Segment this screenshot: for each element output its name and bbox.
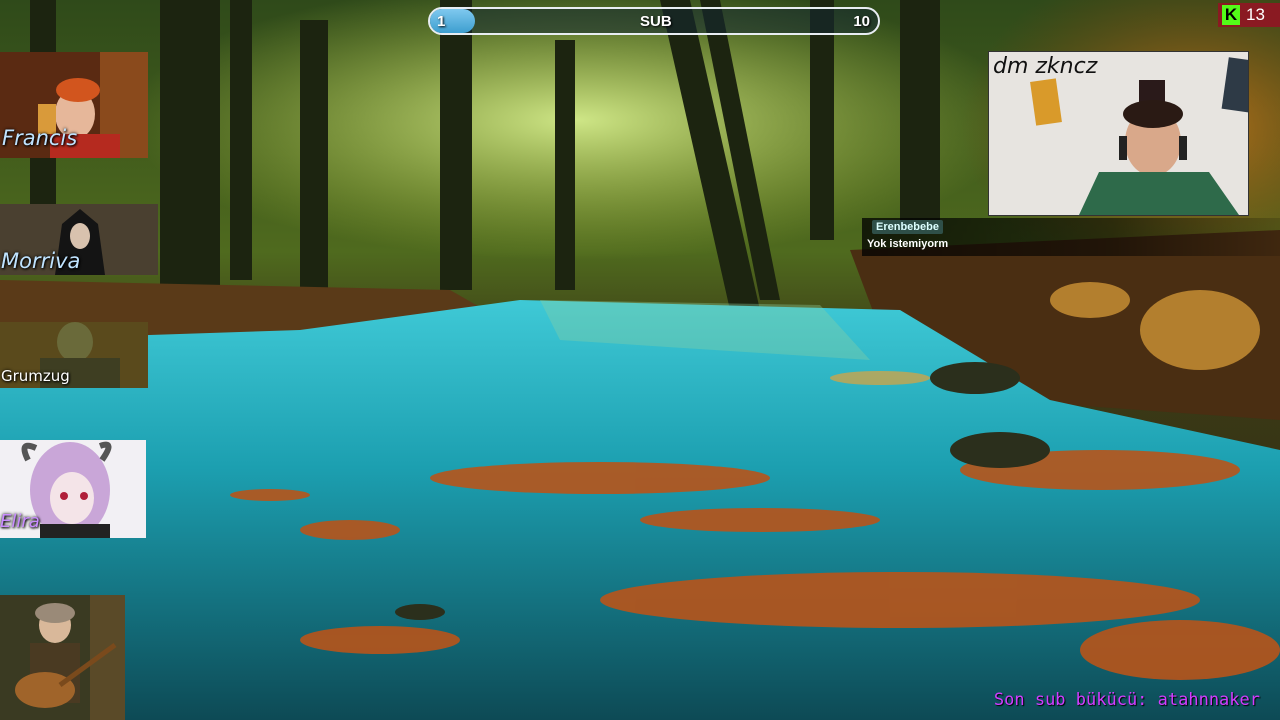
- webcam-feed: dm zkncz: [988, 51, 1249, 216]
- viewer-count: 13: [1246, 5, 1265, 24]
- portrait-francis: Francis: [0, 52, 148, 158]
- last-subscriber-text: Son sub bükücü: atahnnaker: [993, 690, 1260, 710]
- portrait-grumzug: Grumzug: [0, 322, 148, 388]
- sub-goal-target: 10: [853, 13, 870, 30]
- chat-username: Erenbebebe: [872, 220, 943, 234]
- portrait-name: Grumzug: [1, 367, 70, 385]
- kick-viewer-badge: K 13: [1218, 3, 1280, 27]
- sub-goal-progress-bar: 1 SUB 10: [428, 7, 880, 35]
- portrait-name: Elira: [0, 511, 40, 532]
- portrait-bard: [0, 595, 125, 720]
- portrait-name: Morriva: [1, 249, 81, 273]
- sub-goal-current: 1: [437, 13, 446, 30]
- chat-message: Erenbebebe Yok istemiyorm: [862, 218, 1280, 256]
- portrait-elira: Elira: [0, 440, 146, 538]
- sub-goal-label: SUB: [640, 13, 672, 30]
- portrait-name: Francis: [2, 126, 78, 150]
- kick-logo-icon: K: [1222, 5, 1240, 25]
- portrait-morriva: Morriva: [0, 204, 158, 275]
- chat-text: Yok istemiyorm: [867, 238, 949, 250]
- webcam-label: dm zkncz: [993, 54, 1098, 79]
- bard-image: [0, 595, 125, 720]
